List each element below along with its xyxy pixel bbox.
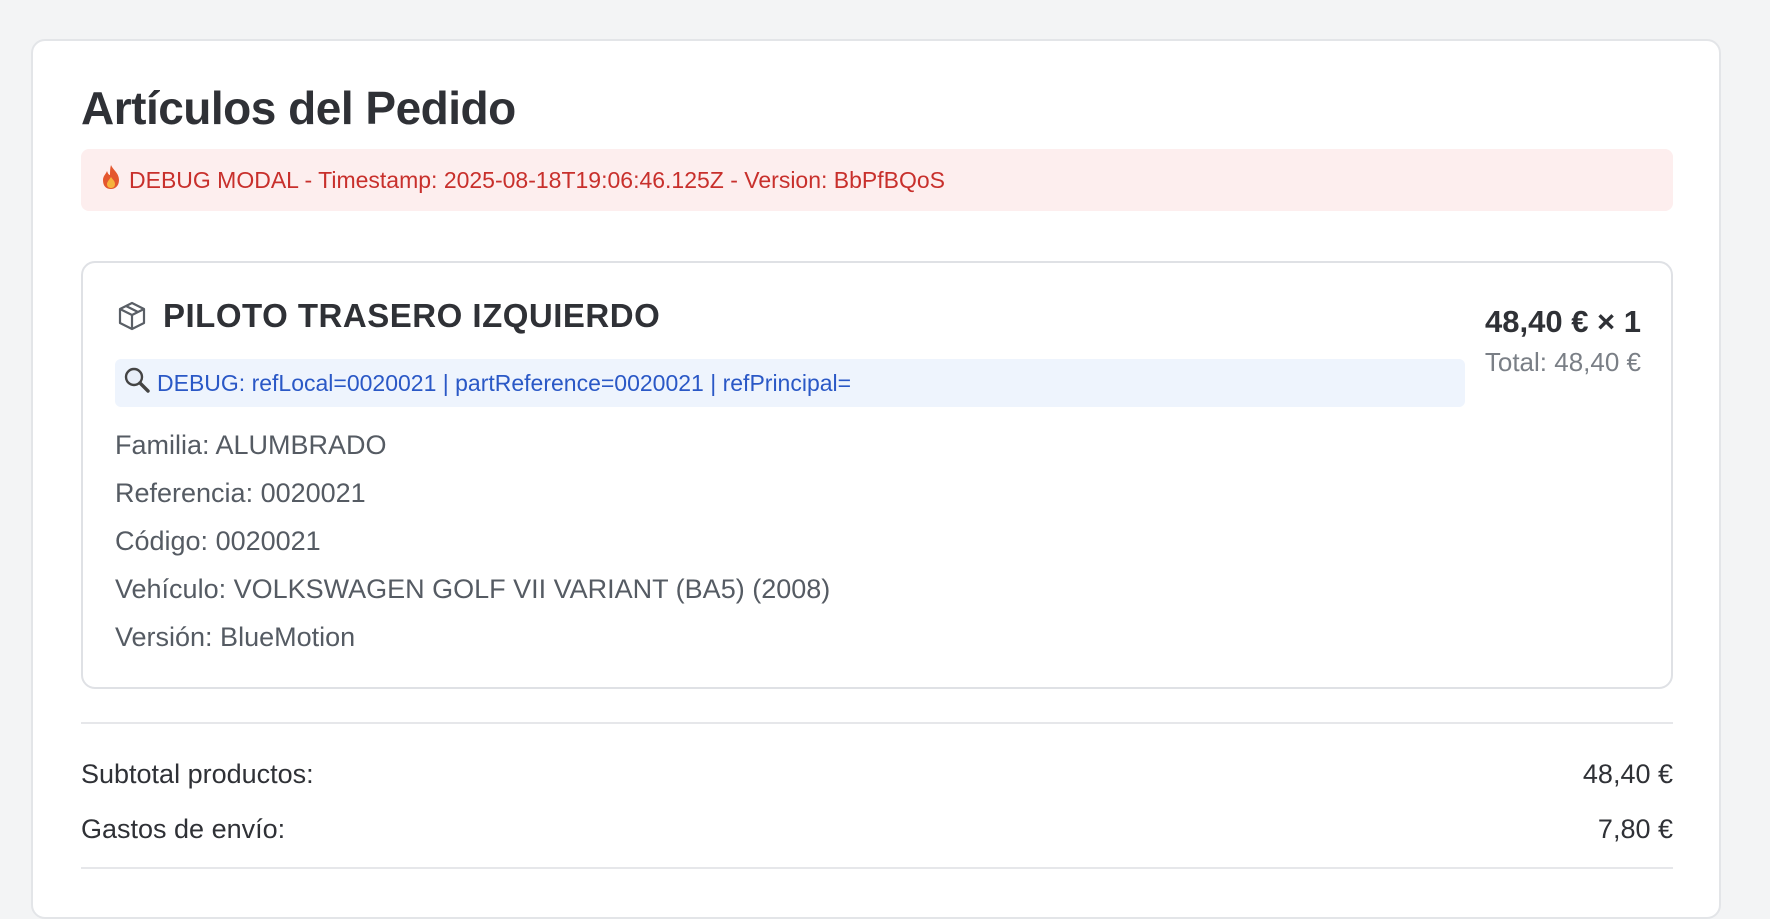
- package-box-icon: [115, 299, 149, 333]
- shipping-value: 7,80 €: [1597, 814, 1673, 844]
- item-details: Familia: ALUMBRADO Referencia: 0020021 C…: [115, 421, 830, 661]
- detail-code: Código: 0020021: [115, 526, 321, 556]
- shipping-label: Gastos de envío:: [81, 814, 286, 844]
- detail-reference: Referencia: 0020021: [115, 478, 366, 508]
- item-total: Total: 48,40 €: [1484, 347, 1641, 377]
- detail-version: Versión: BlueMotion: [115, 622, 356, 652]
- item-debug-line: DEBUG: refLocal=0020021 | partReference=…: [115, 359, 1465, 407]
- item-name: PILOTO TRASERO IZQUIERDO: [163, 297, 661, 334]
- item-price-block: 48,40 € × 1 Total: 48,40 €: [1485, 301, 1641, 381]
- shipping-row: Gastos de envío: 7,80 €: [81, 814, 1673, 845]
- item-unit-price: 48,40 € × 1: [1485, 304, 1641, 339]
- magnifier-icon: [123, 366, 151, 401]
- subtotal-label: Subtotal productos:: [81, 759, 314, 789]
- page-title: Artículos del Pedido: [81, 82, 516, 134]
- fire-icon: [99, 164, 123, 197]
- divider: [81, 722, 1673, 724]
- subtotal-row: Subtotal productos: 48,40 €: [81, 759, 1673, 790]
- subtotal-value: 48,40 €: [1582, 759, 1673, 789]
- item-header: PILOTO TRASERO IZQUIERDO: [115, 297, 660, 335]
- detail-family: Familia: ALUMBRADO: [115, 430, 387, 460]
- debug-banner: DEBUG MODAL - Timestamp: 2025-08-18T19:0…: [81, 149, 1673, 211]
- order-item-card: PILOTO TRASERO IZQUIERDO DEBUG: refLocal…: [81, 261, 1673, 689]
- debug-banner-text: DEBUG MODAL - Timestamp: 2025-08-18T19:0…: [129, 166, 946, 193]
- order-items-panel: Artículos del Pedido DEBUG MODAL - Times…: [31, 39, 1721, 919]
- detail-vehicle: Vehículo: VOLKSWAGEN GOLF VII VARIANT (B…: [115, 574, 831, 604]
- item-debug-text: DEBUG: refLocal=0020021 | partReference=…: [157, 369, 852, 396]
- divider: [81, 867, 1673, 869]
